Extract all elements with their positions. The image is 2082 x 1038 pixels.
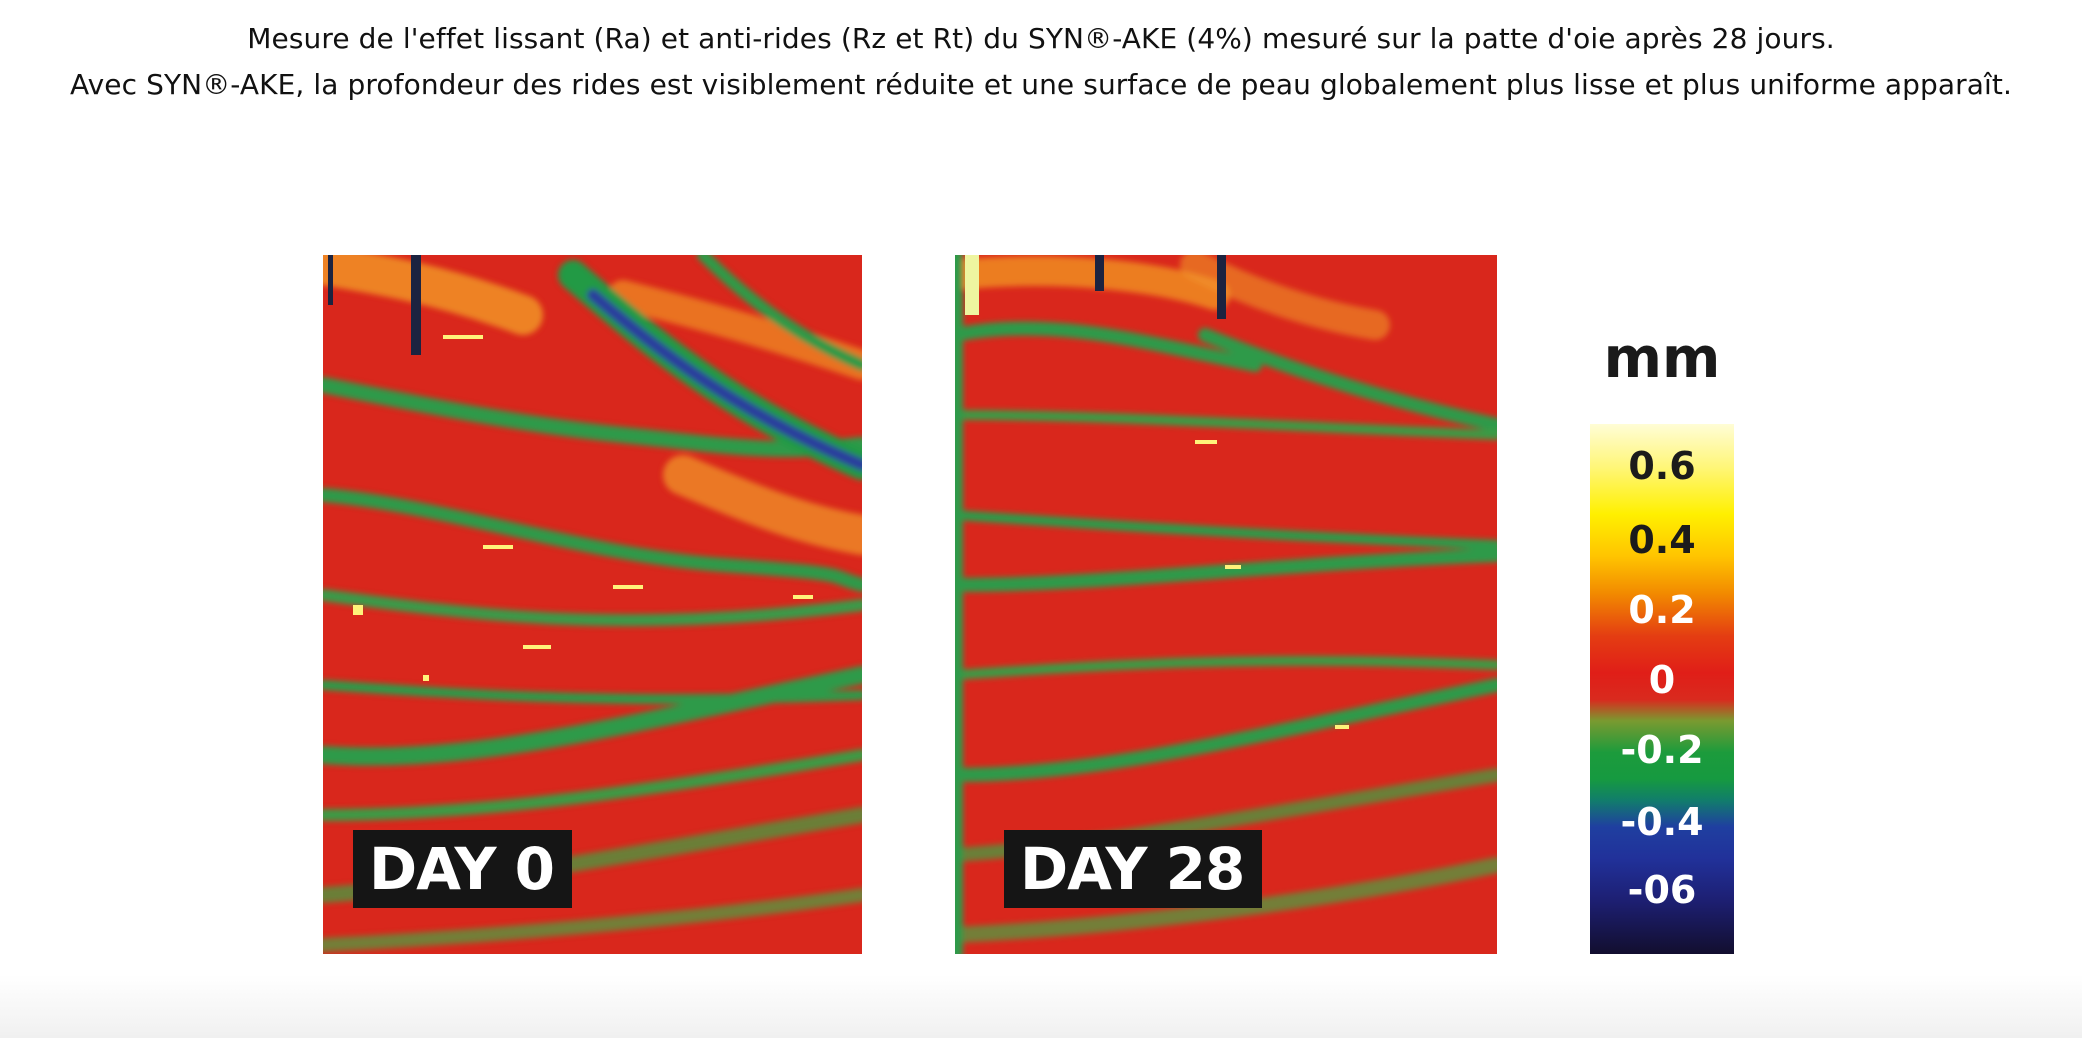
scale-tick-0-6: 0.6	[1628, 444, 1696, 488]
scale-tick-neg-06: -06	[1627, 868, 1697, 912]
topography-panel-day-0: DAY 0	[323, 255, 862, 954]
scale-tick-neg-0-4: -0.4	[1620, 800, 1704, 844]
scale-tick-neg-0-2: -0.2	[1620, 728, 1704, 772]
caption-line-2: Avec SYN®-AKE, la profondeur des rides e…	[69, 68, 2013, 101]
day-0-label: DAY 0	[353, 830, 573, 908]
scale-tick-0-4: 0.4	[1628, 518, 1696, 562]
caption-line-1: Mesure de l'effet lissant (Ra) et anti-r…	[247, 22, 1835, 55]
scale-tick-0: 0	[1648, 658, 1676, 702]
scale-unit-label: mm	[1603, 326, 1721, 391]
caption: Mesure de l'effet lissant (Ra) et anti-r…	[0, 16, 2082, 108]
color-scale-bar: 0.6 0.4 0.2 0 -0.2 -0.4 -06	[1590, 424, 1734, 954]
day-28-label: DAY 28	[1004, 830, 1263, 908]
scale-tick-0-2: 0.2	[1628, 588, 1696, 632]
topography-panel-day-28: DAY 28	[955, 255, 1497, 954]
bottom-fade	[0, 975, 2082, 1038]
